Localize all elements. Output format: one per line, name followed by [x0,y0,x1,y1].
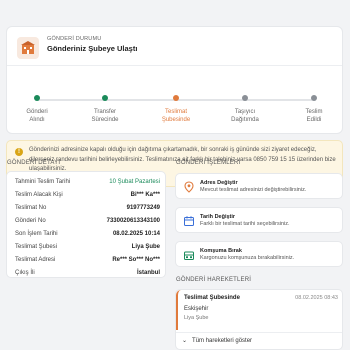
details-section-title: GÖNDERİ DETAYI [7,160,61,166]
detail-value: 9197773249 [126,205,160,211]
shipment-details-card: Tahmini Teslim Tarihi 10 Şubat Pazartesi… [6,171,166,278]
action-description: Farklı bir teslimat tarihi seçebilirsini… [200,221,290,227]
detail-key: Teslimat Adresi [15,257,56,263]
step-label: Teslim [305,109,323,115]
branch-building-icon [17,37,39,59]
chevron-down-icon: ⌄ [182,338,188,344]
detail-value: Bi*** Ka*** [130,192,160,198]
history-item-branch: Liya Şube [184,315,209,321]
step-received: Gönderi Alındı [7,95,67,124]
detail-row-last-action-date: Son İşlem Tarihi 08.02.2025 10:14 [7,228,166,240]
step-at-branch: Teslimat Şubesinde [146,95,206,124]
detail-key: Teslim Alacak Kişi [15,192,63,198]
step-out-for-delivery: Taşıyıcı Dağıtımda [215,95,275,124]
step-label-line2: Sürecinde [91,117,119,123]
detail-row-recipient: Teslim Alacak Kişi Bi*** Ka*** [7,189,166,201]
shipment-progress-steps: Gönderi Alındı Transfer Sürecinde Teslimat… [7,67,342,133]
location-pin-icon [183,180,195,193]
warning-icon: ! [15,148,23,156]
detail-row-address: Teslimat Adresi Re*** So*** No*** [7,254,166,266]
calendar-icon [183,214,195,226]
detail-value: 733002061334310​0 [106,218,160,224]
step-dot [242,95,248,101]
step-label: Taşıyıcı [234,109,256,115]
status-section-label: GÖNDERİ DURUMU [47,36,102,42]
detail-key: Teslimat No [15,205,47,211]
action-description: Kargonuzu komşunuza bırakabilirsiniz. [200,255,295,261]
detail-value: Liya Şube [131,244,160,250]
leave-with-neighbor-button[interactable]: Komşuma Bırak Kargonuzu komşunuza bıraka… [175,241,343,267]
detail-value: 08.02.2025 10:14 [112,231,160,237]
step-label-line2: Şubesinde [161,117,191,123]
action-title: Tarih Değiştir [200,214,236,220]
step-in-transfer: Transfer Sürecinde [75,95,135,124]
action-description: Mevcut teslimat adresinizi değiştirebili… [200,187,307,193]
step-label-line2: Dağıtımda [231,117,259,123]
detail-row-estimated-date: Tahmini Teslim Tarihi 10 Şubat Pazartesi [7,176,166,188]
step-dot [34,95,40,101]
detail-value: Re*** So*** No*** [112,257,160,263]
show-all-history-label: Tüm hareketleri göster [192,338,253,344]
step-dot [173,95,179,101]
step-label: Transfer [93,109,117,115]
detail-key: Teslimat Şubesi [15,244,58,250]
step-label: Gönderi [26,109,48,115]
action-title: Adres Değiştir [200,180,238,186]
history-item-time: 08.02.2025 08:43 [295,295,338,301]
detail-value: İstanbul [136,270,160,276]
shipment-history-card: Teslimat Şubesinde 08.02.2025 08:43 Eski… [175,289,343,350]
divider [7,65,342,66]
neighbor-icon [183,248,195,260]
show-all-history-button[interactable]: ⌄ Tüm hareketleri göster [182,337,252,344]
detail-key: Son İşlem Tarihi [15,231,58,237]
step-label-line2: Alındı [29,117,45,123]
step-delivered: Teslim Edildi [284,95,344,124]
detail-row-delivery-no: Teslimat No 9197773249 [7,202,166,214]
detail-row-origin-city: Çıkış İli İstanbul [7,267,166,279]
history-item-title: Teslimat Şubesinde [184,295,240,301]
history-item: Teslimat Şubesinde 08.02.2025 08:43 Eski… [176,290,342,330]
actions-section-title: GÖNDERİ İŞLEMLERİ [176,160,241,166]
divider [176,332,342,333]
history-section-title: GÖNDERİ HAREKETLERİ [176,277,252,283]
history-item-city: Eskişehir [184,306,209,312]
step-dot [102,95,108,101]
detail-row-shipment-no: Gönderi No 733002061334310​0 [7,215,166,227]
detail-key: Çıkış İli [15,270,35,276]
status-header: GÖNDERİ DURUMU Gönderiniz Şubeye Ulaştı [17,35,333,61]
shipment-status-card: GÖNDERİ DURUMU Gönderiniz Şubeye Ulaştı … [6,26,343,134]
step-dot [311,95,317,101]
action-title: Komşuma Bırak [200,248,242,254]
detail-row-branch: Teslimat Şubesi Liya Şube [7,241,166,253]
status-title: Gönderiniz Şubeye Ulaştı [47,44,138,53]
detail-key: Gönderi No [15,218,46,224]
detail-value: 10 Şubat Pazartesi [109,179,160,185]
change-date-button[interactable]: Tarih Değiştir Farklı bir teslimat tarih… [175,207,343,233]
step-label-line2: Edildi [306,117,322,123]
detail-key: Tahmini Teslim Tarihi [15,179,71,185]
step-label: Teslimat [164,109,187,115]
change-address-button[interactable]: Adres Değiştir Mevcut teslimat adresiniz… [175,173,343,199]
